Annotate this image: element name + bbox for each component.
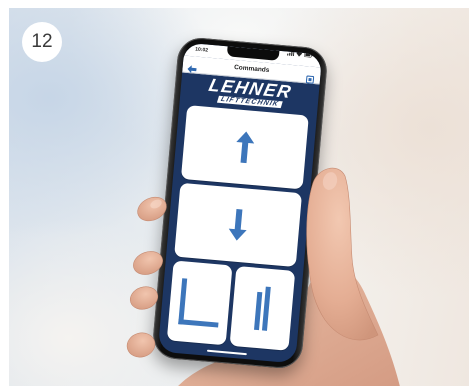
step-number-badge: 12 [22, 22, 62, 62]
fingertip-middle [133, 251, 163, 275]
fingertip-index [137, 196, 167, 222]
hand-fingers [126, 167, 379, 358]
page-frame: 10:02 Commands LEHNER LIFTTECHNIK 12 [0, 0, 475, 390]
photo-background: 10:02 Commands LEHNER LIFTTECHNIK 12 [9, 8, 469, 386]
fingertip-little [126, 332, 156, 358]
thumb [306, 167, 379, 341]
fingertip-ring [129, 286, 159, 310]
